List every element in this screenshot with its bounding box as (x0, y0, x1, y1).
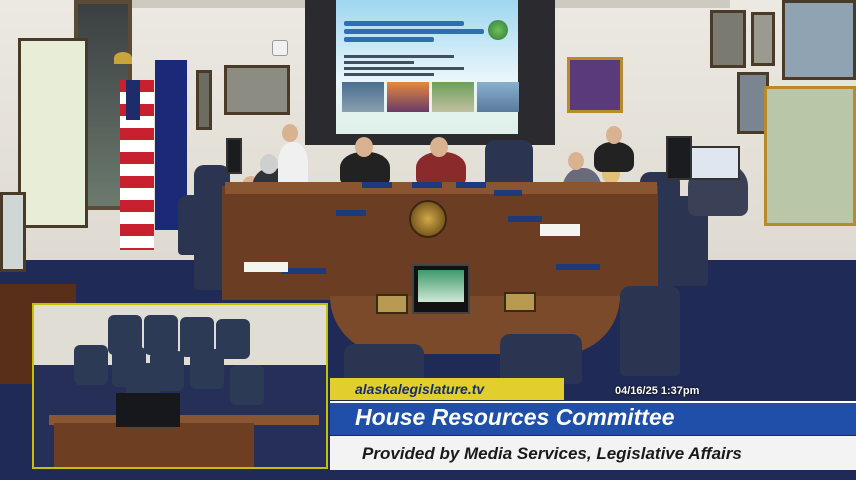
nameplate (282, 268, 326, 274)
pip-chair (230, 365, 264, 405)
nameplate (456, 182, 486, 188)
slide-logo-icon (488, 20, 508, 40)
wall-photo-frame-left (0, 192, 26, 272)
nameplate (556, 264, 600, 270)
wall-painting-gold (567, 57, 623, 113)
pip-chair (190, 349, 224, 389)
committee-title: House Resources Committee (355, 404, 675, 430)
us-flag-canton (126, 80, 140, 120)
staff-member-head (282, 124, 298, 142)
wall-camera-icon (272, 40, 288, 56)
laptop-screen (418, 270, 464, 302)
wall-map-frame-right (764, 86, 856, 226)
wall-photo-frame-right-3 (782, 0, 856, 80)
staff-monitor (666, 136, 692, 180)
pip-chair (144, 315, 178, 355)
pip-chair (74, 345, 108, 385)
speaker-icon (376, 294, 408, 314)
nameplate (508, 216, 542, 222)
nameplate (336, 210, 366, 216)
speaker-icon (504, 292, 536, 312)
committee-member-head (260, 154, 278, 174)
wall-photo-frame (224, 65, 290, 115)
testifier-chair (500, 334, 582, 384)
slide-title-lines (344, 18, 484, 42)
state-seal-icon (409, 200, 447, 238)
site-url: alaskalegislature.tv (355, 381, 485, 397)
slide-photos (342, 82, 519, 112)
staff-member (594, 142, 634, 172)
staff-monitor (686, 146, 740, 180)
timestamp: 04/16/25 1:37pm (615, 385, 700, 397)
pip-desk (54, 423, 254, 467)
committee-member (340, 152, 390, 186)
pip-monitor (116, 393, 180, 427)
slide-text-lines (344, 52, 464, 79)
document-papers (540, 224, 580, 236)
staff-monitor (226, 138, 242, 174)
nameplate (362, 182, 392, 188)
staff-member-head (606, 126, 622, 144)
provider-line: Provided by Media Services, Legislative … (362, 444, 742, 463)
presentation-slide (336, 0, 519, 134)
committee-member-head (568, 152, 584, 170)
wall-photo-frame-right-2 (751, 12, 775, 66)
wall-map-frame (18, 38, 88, 228)
wall-photo-frame-small (196, 70, 212, 130)
laptop (412, 264, 470, 314)
document-papers (244, 262, 288, 272)
chair (620, 286, 680, 376)
nameplate (494, 190, 522, 196)
wall-photo-frame-right-1 (710, 10, 746, 68)
committee-member (416, 152, 466, 186)
nameplate (412, 182, 442, 188)
committee-member-head (430, 137, 448, 157)
committee-member-head (355, 137, 373, 157)
picture-in-picture-camera (32, 303, 328, 469)
flag-pole-eagle-icon (114, 52, 132, 64)
